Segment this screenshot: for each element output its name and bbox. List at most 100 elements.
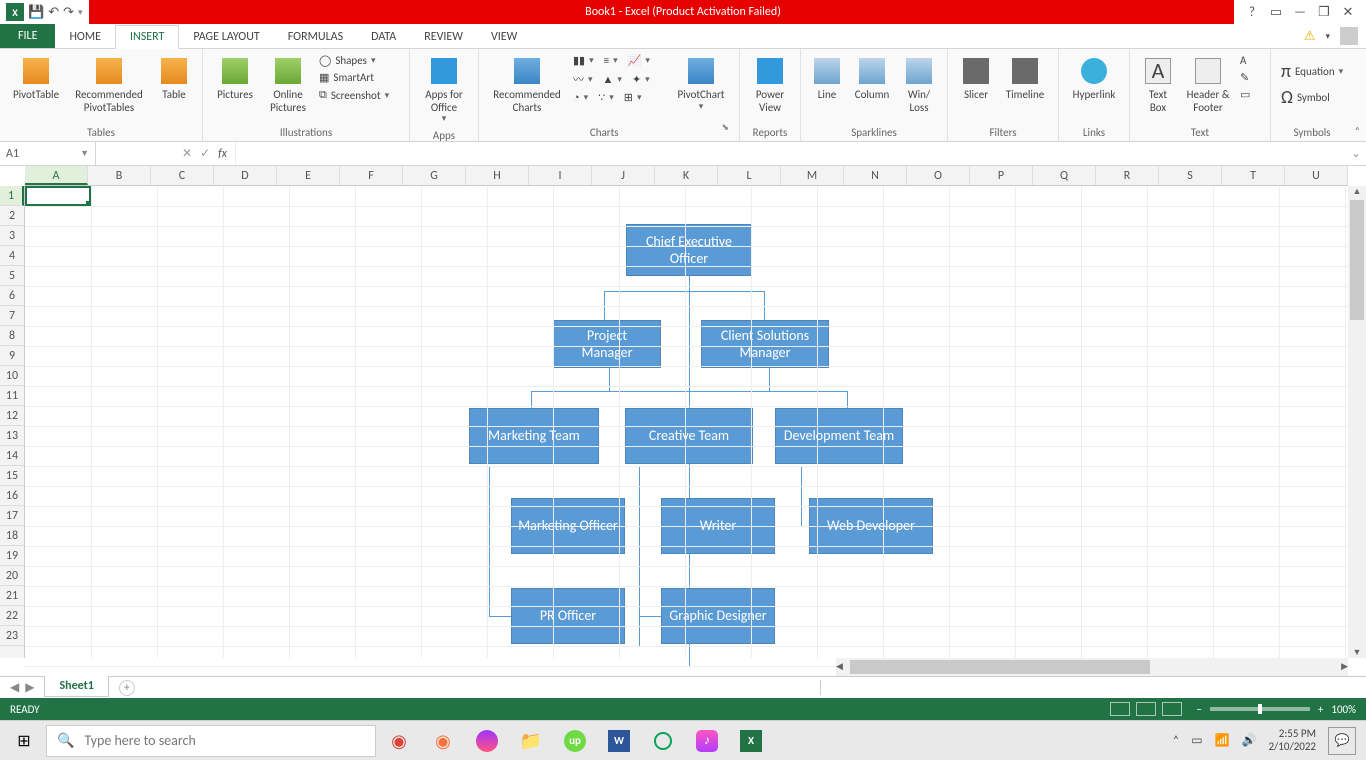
save-icon[interactable]: 💾	[28, 5, 44, 20]
row-header[interactable]: 4	[0, 246, 24, 266]
undo-icon[interactable]: ↶	[48, 5, 59, 20]
column-header[interactable]: I	[529, 166, 592, 185]
tray-battery-icon[interactable]: ▭	[1191, 733, 1202, 748]
apps-for-office-button[interactable]: Apps for Office	[418, 53, 470, 127]
chart-bar-button[interactable]: ≡	[602, 53, 620, 68]
row-header[interactable]: 20	[0, 566, 24, 586]
close-icon[interactable]: ✕	[1336, 5, 1360, 20]
column-header[interactable]: U	[1285, 166, 1348, 185]
org-node-marketing-team[interactable]: Marketing Team	[469, 408, 599, 464]
column-header[interactable]: T	[1222, 166, 1285, 185]
column-header[interactable]: G	[403, 166, 466, 185]
recommended-charts-button[interactable]: Recommended Charts	[487, 53, 567, 116]
taskbar-firefox-icon[interactable]: ◉	[422, 721, 464, 761]
column-header[interactable]: E	[277, 166, 340, 185]
object-button[interactable]: ▭	[1238, 87, 1262, 102]
tab-page-layout[interactable]: PAGE LAYOUT	[179, 26, 273, 48]
row-header[interactable]: 3	[0, 226, 24, 246]
row-header[interactable]: 17	[0, 506, 24, 526]
online-pictures-button[interactable]: Online Pictures	[263, 53, 313, 116]
column-header[interactable]: R	[1096, 166, 1159, 185]
column-header[interactable]: Q	[1033, 166, 1096, 185]
pivotchart-button[interactable]: PivotChart	[671, 53, 731, 116]
shapes-button[interactable]: ◯Shapes	[317, 53, 401, 68]
column-header[interactable]: N	[844, 166, 907, 185]
column-header[interactable]: K	[655, 166, 718, 185]
view-page-break-icon[interactable]	[1162, 702, 1182, 716]
org-node-pm[interactable]: Project Manager	[553, 320, 661, 368]
view-page-layout-icon[interactable]	[1136, 702, 1156, 716]
taskbar-circle-app-icon[interactable]	[642, 721, 684, 761]
ribbon-display-icon[interactable]: ▭	[1264, 5, 1288, 20]
horizontal-scroll-thumb[interactable]	[850, 660, 1150, 674]
column-header[interactable]: P	[970, 166, 1033, 185]
table-button[interactable]: Table	[154, 53, 194, 116]
org-node-graphic-designer[interactable]: Graphic Designer	[661, 588, 775, 644]
org-node-pr-officer[interactable]: PR Officer	[511, 588, 625, 644]
row-header[interactable]: 14	[0, 446, 24, 466]
horizontal-scrollbar[interactable]: ◀ ▶	[836, 658, 1348, 676]
sparkline-column-button[interactable]: Column	[849, 53, 895, 116]
row-header[interactable]: 6	[0, 286, 24, 306]
column-header[interactable]: H	[466, 166, 529, 185]
timeline-button[interactable]: Timeline	[1000, 53, 1050, 104]
chart-column-button[interactable]: ▮▮	[571, 53, 596, 68]
tray-overflow-icon[interactable]: ˄	[1173, 734, 1179, 748]
vertical-scroll-thumb[interactable]	[1350, 200, 1364, 320]
warning-icon[interactable]: ⚠	[1304, 29, 1316, 44]
taskbar-messenger-icon[interactable]	[466, 721, 508, 761]
scroll-down-icon[interactable]: ▼	[1348, 647, 1366, 658]
row-header[interactable]: 19	[0, 546, 24, 566]
row-header[interactable]: 10	[0, 366, 24, 386]
restore-icon[interactable]: ❐	[1312, 5, 1336, 20]
tab-formulas[interactable]: FORMULAS	[274, 26, 357, 48]
taskbar-chrome-icon[interactable]: ◉	[378, 721, 420, 761]
row-header[interactable]: 9	[0, 346, 24, 366]
qat-dropdown-icon[interactable]: ▾	[78, 7, 83, 18]
signature-line-button[interactable]: ✎	[1238, 70, 1262, 85]
row-header[interactable]: 7	[0, 306, 24, 326]
minimize-icon[interactable]: —	[1288, 5, 1312, 20]
row-header[interactable]: 12	[0, 406, 24, 426]
chart-radar-button[interactable]: ✦	[630, 70, 652, 88]
tab-review[interactable]: REVIEW	[410, 26, 477, 48]
fx-icon[interactable]: fx	[218, 147, 227, 161]
zoom-out-icon[interactable]: −	[1196, 703, 1201, 716]
column-header[interactable]: F	[340, 166, 403, 185]
smartart-button[interactable]: ▦SmartArt	[317, 70, 401, 85]
cells-area[interactable]: Chief Executive Officer Project Manager …	[25, 186, 1348, 658]
row-header[interactable]: 22	[0, 606, 24, 626]
row-header[interactable]: 5	[0, 266, 24, 286]
column-header[interactable]: O	[907, 166, 970, 185]
cancel-formula-icon[interactable]: ✕	[182, 146, 192, 161]
start-button[interactable]: ⊞	[4, 721, 44, 761]
tray-clock[interactable]: 2:55 PM 2/10/2022	[1268, 728, 1316, 752]
tab-view[interactable]: VIEW	[477, 26, 531, 48]
symbol-button[interactable]: ΩSymbol	[1279, 85, 1345, 109]
enter-formula-icon[interactable]: ✓	[200, 146, 210, 161]
chart-stock-button[interactable]: 📈	[626, 53, 652, 68]
name-box[interactable]: A1▼	[0, 142, 96, 165]
zoom-level[interactable]: 100%	[1331, 703, 1356, 716]
column-header[interactable]: D	[214, 166, 277, 185]
column-header[interactable]: M	[781, 166, 844, 185]
tray-wifi-icon[interactable]: 📶	[1215, 733, 1230, 748]
row-header[interactable]: 2	[0, 206, 24, 226]
sheet-nav-prev-icon[interactable]: ◀	[10, 680, 19, 695]
wordart-button[interactable]: A	[1238, 53, 1262, 68]
tray-volume-icon[interactable]: 🔊	[1242, 733, 1257, 748]
org-node-csm[interactable]: Client Solutions Manager	[701, 320, 829, 368]
row-header[interactable]: 21	[0, 586, 24, 606]
header-footer-button[interactable]: Header & Footer	[1182, 53, 1234, 116]
charts-launcher-icon[interactable]: ⬊	[721, 122, 729, 139]
name-box-dropdown-icon[interactable]: ▼	[80, 148, 89, 159]
taskbar-excel-icon[interactable]: X	[730, 721, 772, 761]
zoom-in-icon[interactable]: +	[1318, 703, 1323, 716]
view-normal-icon[interactable]	[1110, 702, 1130, 716]
expand-formula-bar-icon[interactable]: ⌄	[1346, 147, 1366, 160]
chart-combo-button[interactable]: ⊞	[622, 90, 644, 105]
warning-dropdown-icon[interactable]: ▾	[1325, 31, 1330, 42]
hyperlink-button[interactable]: Hyperlink	[1067, 53, 1121, 104]
sheet-tab-sheet1[interactable]: Sheet1	[44, 676, 108, 697]
sparkline-winloss-button[interactable]: Win/ Loss	[899, 53, 939, 116]
